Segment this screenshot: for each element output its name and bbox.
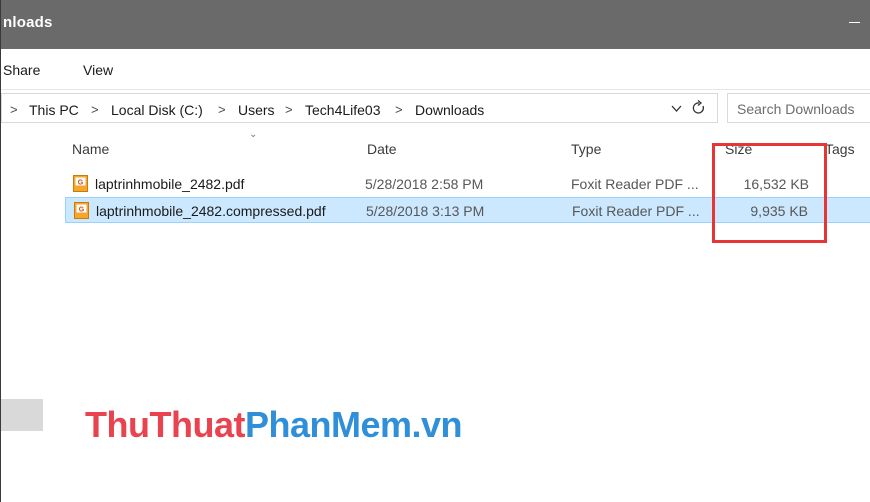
address-row: > This PC > Local Disk (C:) > Users > Te… <box>1 89 870 127</box>
file-type: Foxit Reader PDF ... <box>572 203 700 219</box>
breadcrumb-separator[interactable]: > <box>285 102 293 117</box>
pdf-file-icon: G <box>74 202 89 219</box>
file-date: 5/28/2018 3:13 PM <box>366 203 485 219</box>
file-type: Foxit Reader PDF ... <box>571 176 699 192</box>
size-highlight-box <box>712 143 827 243</box>
nav-selected-item[interactable] <box>1 399 43 431</box>
breadcrumb-separator[interactable]: > <box>218 102 226 117</box>
refresh-icon[interactable] <box>692 100 706 120</box>
breadcrumb-tech4life03[interactable]: Tech4Life03 <box>305 102 381 118</box>
svg-text:G: G <box>78 180 84 187</box>
watermark-logo: ThuThuatPhanMem.vn <box>85 404 463 446</box>
ribbon-tabs: Share View <box>1 49 870 90</box>
breadcrumb-downloads[interactable]: Downloads <box>415 102 484 118</box>
breadcrumb-users[interactable]: Users <box>238 102 275 118</box>
file-name: laptrinhmobile_2482.pdf <box>95 176 245 192</box>
navigation-pane <box>1 127 46 502</box>
tab-share[interactable]: Share <box>3 62 40 78</box>
breadcrumb-separator[interactable]: > <box>395 102 403 117</box>
breadcrumb-separator: > <box>10 102 18 117</box>
column-header-name[interactable]: Name <box>72 141 109 157</box>
pdf-file-icon: G <box>73 175 88 192</box>
title-bar: nloads <box>1 0 870 49</box>
window-title: nloads <box>3 14 53 31</box>
minimize-button[interactable] <box>847 12 863 32</box>
sort-indicator-icon: ⌄ <box>249 129 258 140</box>
tab-view[interactable]: View <box>83 62 113 78</box>
watermark-part1: ThuThuat <box>85 404 245 445</box>
breadcrumb-local-disk[interactable]: Local Disk (C:) <box>111 102 203 118</box>
breadcrumb-this-pc[interactable]: This PC <box>29 102 79 118</box>
address-bar[interactable]: > This PC > Local Disk (C:) > Users > Te… <box>1 93 718 123</box>
column-header-type[interactable]: Type <box>571 141 601 157</box>
search-input[interactable]: Search Downloads <box>727 93 870 123</box>
chevron-down-icon[interactable] <box>671 102 682 116</box>
watermark-part2: PhanMem.vn <box>244 404 463 445</box>
file-date: 5/28/2018 2:58 PM <box>365 176 484 192</box>
file-explorer-window: nloads Share View > This PC > Local Disk… <box>0 0 870 502</box>
file-name: laptrinhmobile_2482.compressed.pdf <box>96 203 326 219</box>
column-header-date[interactable]: Date <box>367 141 397 157</box>
svg-text:G: G <box>79 207 85 214</box>
column-header-tags[interactable]: Tags <box>825 141 855 157</box>
search-placeholder: Search Downloads <box>737 101 855 117</box>
breadcrumb-separator[interactable]: > <box>91 102 99 117</box>
